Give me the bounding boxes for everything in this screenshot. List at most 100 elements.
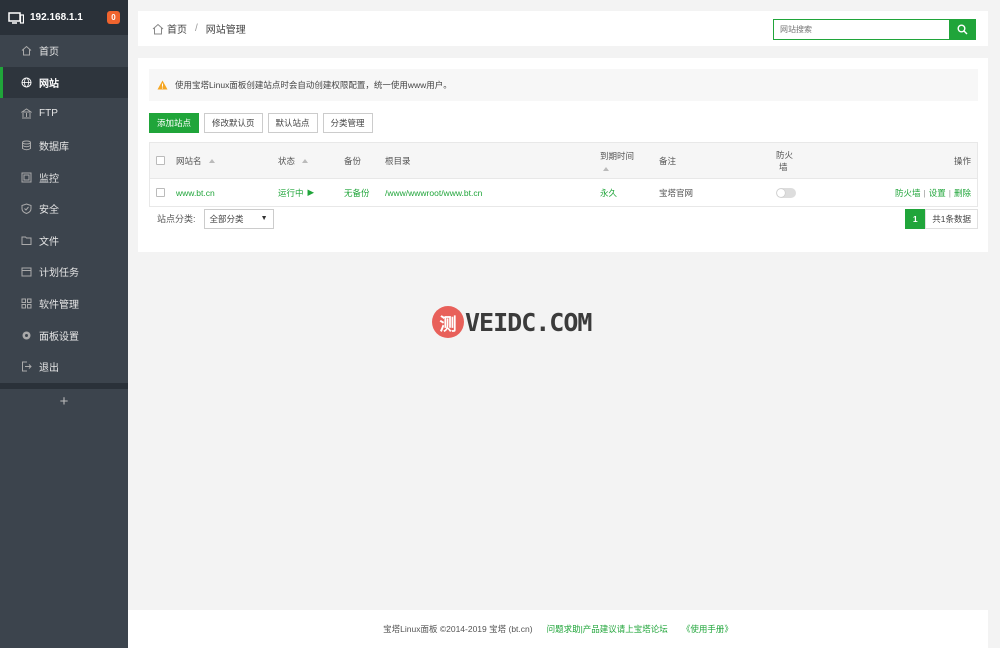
sidebar-item-label: 计划任务 (39, 268, 79, 280)
total-count: 共1条数据 (925, 208, 978, 229)
calendar-icon (21, 267, 32, 277)
select-all-checkbox[interactable] (156, 156, 165, 165)
watermark-text: VEIDC.COM (465, 307, 592, 337)
col-status[interactable]: 状态 (278, 143, 309, 178)
site-status[interactable]: 运行中 ▶ (278, 179, 314, 206)
sidebar-item-label: 软件管理 (39, 300, 79, 312)
sidebar-item-label: 文件 (39, 236, 59, 248)
monitor-icon (8, 11, 24, 24)
note-text[interactable]: 宝塔官网 (659, 179, 693, 206)
col-expire[interactable]: 到期时间 (600, 143, 634, 178)
col-backup-label: 备份 (344, 155, 362, 166)
sidebar-item-label: 退出 (39, 363, 59, 375)
server-ip: 192.168.1.1 (30, 12, 83, 23)
search-icon (957, 24, 968, 35)
breadcrumb: 首页 / 网站管理 (152, 21, 246, 36)
site-management-panel: 使用宝塔Linux面板创建站点时会自动创建权限配置，统一使用www用户。 添加站… (138, 58, 988, 252)
action-separator: | (923, 187, 926, 198)
expire-link[interactable]: 永久 (600, 179, 617, 206)
sidebar-item-label: 安全 (39, 205, 59, 217)
sidebar-item-software[interactable]: 软件管理 (0, 288, 128, 320)
notice-text: 使用宝塔Linux面板创建站点时会自动创建权限配置，统一使用www用户。 (175, 80, 452, 90)
sidebar-item-logout[interactable]: 退出 (0, 351, 128, 383)
firewall-action[interactable]: 防火墙 (895, 187, 921, 199)
sidebar-item-label: 网站 (39, 78, 59, 90)
monitor-icon (21, 172, 32, 183)
home-icon (152, 23, 164, 34)
sidebar-item-home[interactable]: 首页 (0, 35, 128, 67)
firewall-toggle[interactable] (776, 187, 796, 198)
manual-link[interactable]: 《使用手册》 (682, 623, 733, 635)
col-expire-label: 到期时间 (600, 151, 635, 161)
sidebar-item-label: 数据库 (39, 142, 69, 154)
shield-icon (21, 203, 32, 215)
forum-link[interactable]: 问题求助|产品建议请上宝塔论坛 (547, 623, 668, 635)
col-note-label: 备注 (659, 155, 677, 166)
apps-icon (21, 298, 32, 309)
add-menu-button[interactable]: + (0, 393, 128, 410)
category-manage-button[interactable]: 分类管理 (322, 113, 373, 133)
category-label: 站点分类: (157, 214, 196, 224)
settings-action[interactable]: 设置 (929, 187, 946, 199)
sidebar-item-monitor[interactable]: 监控 (0, 161, 128, 193)
page-1-button[interactable]: 1 (905, 208, 926, 229)
sidebar-item-database[interactable]: 数据库 (0, 130, 128, 162)
sidebar-item-ftp[interactable]: FTP (0, 98, 128, 130)
backup-link[interactable]: 无备份 (344, 179, 370, 206)
home-icon (21, 46, 32, 56)
breadcrumb-current: 网站管理 (205, 25, 246, 36)
modify-default-page-button[interactable]: 修改默认页 (204, 113, 263, 133)
row-select-cell (156, 179, 165, 206)
warning-icon (157, 80, 168, 90)
sites-table: 网站名 状态 备份 根目录 到期时间 备注 防火墙 操作 www.bt.cn 运… (149, 142, 978, 207)
root-path-link[interactable]: /www/wwwroot/www.bt.cn (385, 179, 482, 206)
site-search (773, 19, 976, 40)
sidebar-item-label: 首页 (39, 47, 59, 59)
sort-icon (302, 158, 309, 163)
sidebar-item-cron[interactable]: 计划任务 (0, 256, 128, 288)
delete-action[interactable]: 删除 (954, 187, 971, 199)
category-selected: 全部分类 (209, 213, 244, 224)
sort-icon (603, 167, 609, 171)
col-firewall-label-2: 墙 (779, 161, 788, 172)
col-note: 备注 (659, 143, 676, 178)
firewall-toggle-cell (776, 179, 796, 206)
col-status-label: 状态 (278, 155, 296, 166)
folder-icon (21, 236, 32, 245)
row-actions: 防火墙 | 设置 | 删除 (895, 179, 971, 206)
site-name-link[interactable]: www.bt.cn (176, 179, 215, 206)
col-name-label: 网站名 (176, 155, 202, 166)
col-name[interactable]: 网站名 (176, 143, 215, 178)
sidebar-divider (0, 382, 128, 389)
sidebar-item-website[interactable]: 网站 (0, 66, 128, 99)
default-site-button[interactable]: 默认站点 (267, 113, 318, 133)
status-text: 运行中 (278, 187, 304, 198)
notification-badge[interactable]: 0 (107, 11, 120, 24)
watermark-logo: 测 VEIDC.COM (432, 306, 592, 338)
table-footer: 站点分类: 全部分类 ▼ 1 共1条数据 (149, 208, 978, 229)
settings-icon (22, 331, 31, 340)
breadcrumb-home[interactable]: 首页 (167, 21, 187, 36)
table-row: www.bt.cn 运行中 ▶ 无备份 /www/wwwroot/www.bt.c… (150, 179, 977, 206)
chevron-down-icon: ▼ (260, 215, 268, 222)
sidebar-item-security[interactable]: 安全 (0, 193, 128, 225)
sidebar: 192.168.1.1 0 首页 网站 FTP 数据库 监控 安全 文件 计划任… (0, 0, 128, 648)
search-button[interactable] (949, 19, 976, 40)
col-actions-label: 操作 (953, 155, 971, 166)
sidebar-item-panel-settings[interactable]: 面板设置 (0, 319, 128, 351)
col-backup: 备份 (344, 143, 361, 178)
action-separator: | (948, 187, 951, 198)
col-root: 根目录 (385, 143, 411, 178)
sidebar-item-files[interactable]: 文件 (0, 225, 128, 257)
col-root-label: 根目录 (385, 155, 411, 166)
category-select[interactable]: 全部分类 ▼ (203, 208, 274, 229)
row-checkbox[interactable] (156, 188, 165, 197)
watermark-badge: 测 (432, 306, 464, 338)
header-bar: 首页 / 网站管理 (138, 11, 988, 46)
sidebar-item-label: 监控 (39, 173, 59, 185)
select-all-cell (156, 143, 165, 178)
globe-icon (21, 77, 32, 88)
add-site-button[interactable]: 添加站点 (149, 113, 200, 133)
sort-icon (208, 158, 215, 163)
search-input[interactable] (773, 19, 949, 40)
